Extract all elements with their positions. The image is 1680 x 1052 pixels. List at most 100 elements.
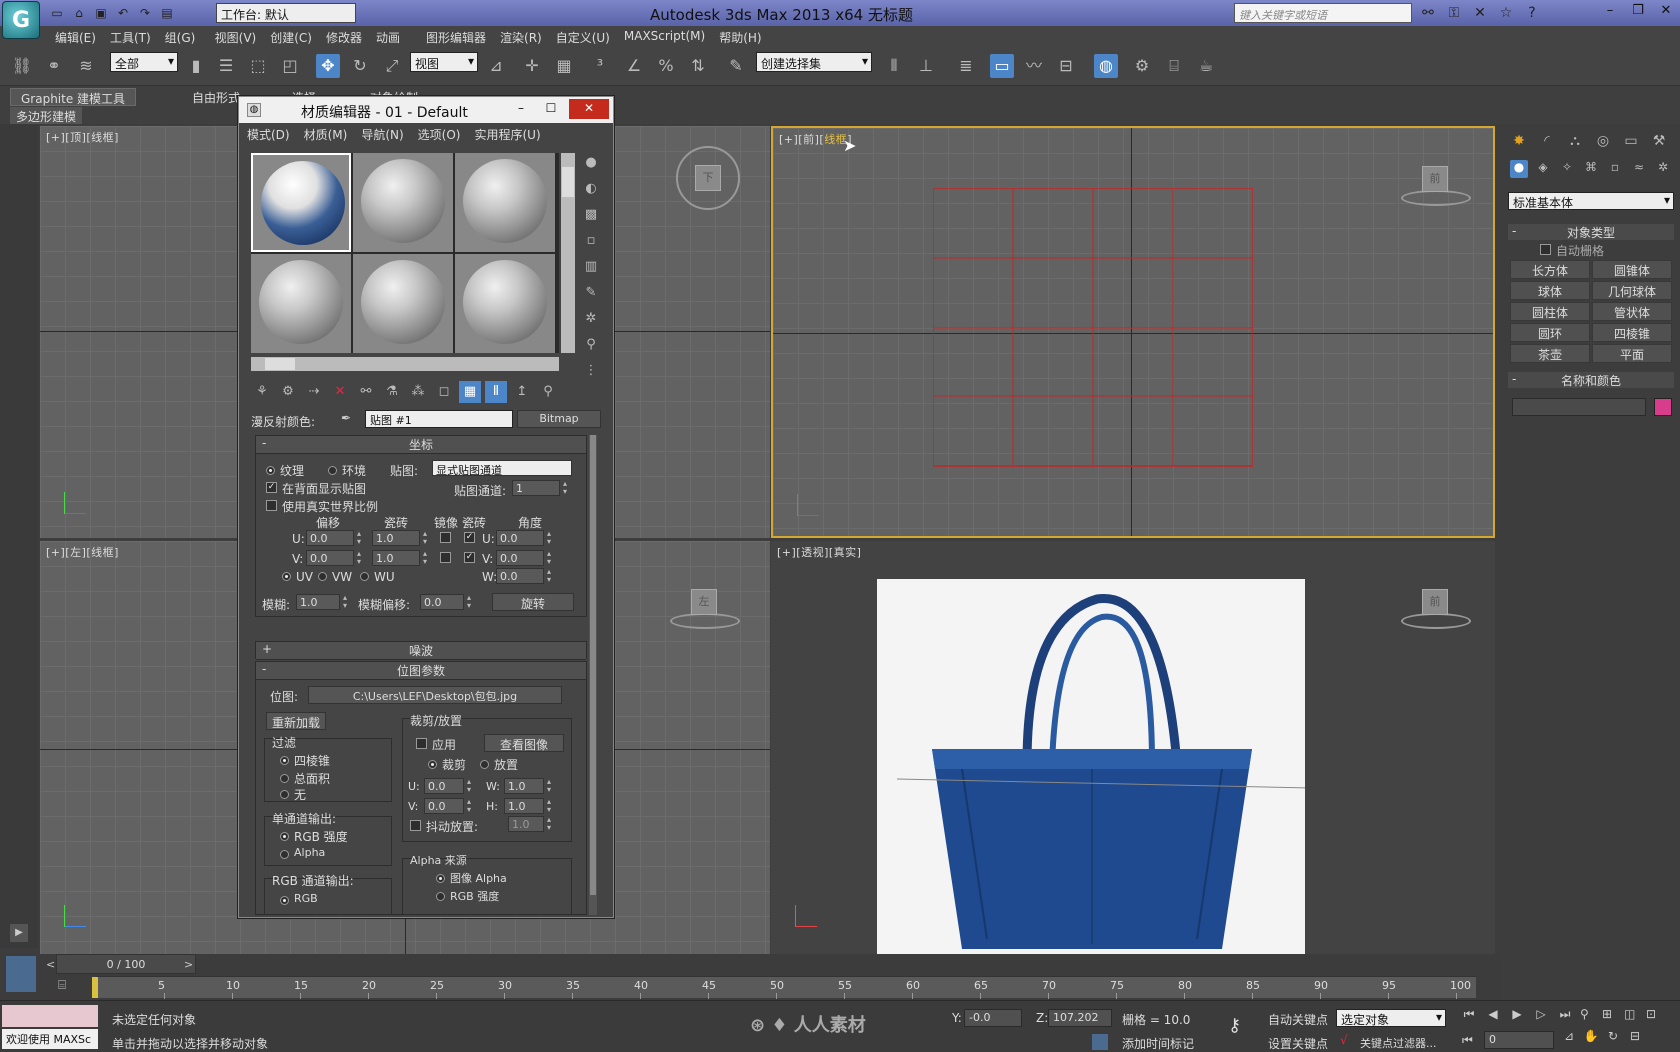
u-offset-field[interactable]: 0.0 [306,530,354,546]
subscription-icon[interactable]: ⚿ [1444,3,1464,23]
texture-radio[interactable] [266,466,275,475]
u-angle-field[interactable]: 0.0 [496,530,544,546]
material-editor-icon[interactable]: ◍ [1094,54,1118,78]
timeline-track[interactable]: 5 10 15 20 25 30 35 40 45 50 55 60 65 70 75 80 85 90 95 100 [92,976,1476,999]
blur-field[interactable]: 1.0 [296,594,340,610]
graphite-toggle-icon[interactable]: ▭ [990,54,1014,78]
select-scale-icon[interactable]: ⤢ [380,54,404,78]
redo-icon[interactable]: ↷ [136,4,154,22]
create-plane-button[interactable]: 平面 [1592,344,1672,363]
go-to-parent-icon[interactable]: ↥ [511,381,533,403]
keyboard-shortcut-override-icon[interactable]: ▦ [552,54,576,78]
window-crossing-icon[interactable]: ◰ [278,54,302,78]
rgb-intensity-radio[interactable] [280,832,289,841]
save-icon[interactable]: ▣ [92,4,110,22]
textured-plane[interactable] [877,579,1358,954]
sample-type-icon[interactable]: ● [581,153,601,173]
render-production-icon[interactable]: ☕ [1194,54,1218,78]
slots-horizontal-scrollbar[interactable] [251,357,559,371]
curve-editor-icon[interactable]: 〰 [1022,54,1046,78]
percent-snap-icon[interactable]: % [654,54,678,78]
reference-coordinate-dropdown[interactable]: 视图 [410,52,478,72]
set-key-button[interactable]: 设置关键点 [1268,1035,1328,1052]
sample-slot[interactable] [251,254,351,353]
time-tag-icon[interactable] [1092,1034,1108,1050]
create-pyramid-button[interactable]: 四棱锥 [1592,323,1672,342]
spinner-icon[interactable]: ▴ ▾ [354,550,364,566]
create-teapot-button[interactable]: 茶壶 [1510,344,1590,363]
space-warps-icon[interactable]: ≈ [1630,160,1648,178]
motion-tab-icon[interactable]: ◎ [1592,130,1614,152]
select-rotate-icon[interactable]: ↻ [348,54,372,78]
spinner-icon[interactable]: ▴ ▾ [544,568,554,584]
get-material-icon[interactable]: ⚘ [251,381,273,403]
make-unique-icon[interactable]: ⚯ [355,381,377,403]
field-of-view-icon[interactable]: ⊿ [1560,1029,1578,1047]
mat-menu-material[interactable]: 材质(M) [304,126,348,142]
undo-icon[interactable]: ↶ [114,4,132,22]
options-icon[interactable]: ✲ [581,309,601,329]
u-tiling-field[interactable]: 1.0 [372,530,420,546]
create-tube-button[interactable]: 管状体 [1592,302,1672,321]
bitmap-parameters-header[interactable]: - 位图参数 [256,662,586,680]
viewcube[interactable]: 前 [1422,589,1448,615]
ribbon-polygon-modeling[interactable]: 多边形建模 [10,107,83,124]
put-to-scene-icon[interactable]: ⚙ [277,381,299,403]
maxscript-mini-listener[interactable]: 欢迎使用 MAXSc [2,1029,98,1049]
open-file-icon[interactable]: ⌂ [70,4,88,22]
lights-icon[interactable]: ✧ [1558,160,1576,178]
viewport-label[interactable]: [+][顶][线框] [46,129,119,145]
object-category-dropdown[interactable]: 标准基本体 [1508,192,1674,210]
sample-slot-selected[interactable] [251,153,351,252]
crop-v-field[interactable]: 0.0 [424,798,464,814]
crop-u-field[interactable]: 0.0 [424,778,464,794]
render-setup-icon[interactable]: ⚙ [1130,54,1154,78]
crop-h-field[interactable]: 1.0 [504,798,544,814]
viewport-layout-icon[interactable] [6,956,36,992]
helpers-icon[interactable]: ▫ [1606,160,1624,178]
spinner-icon[interactable]: ▴ ▾ [340,594,350,610]
viewport-label[interactable]: [+][透视][真实] [777,544,861,560]
spinner-icon[interactable]: ▴ ▾ [420,530,430,546]
maximize-viewport-icon[interactable]: ⊟ [1626,1029,1644,1047]
menu-rendering[interactable]: 渲染(R) [500,29,556,46]
filter-pyramidal-radio[interactable] [280,756,289,765]
bind-space-warp-icon[interactable]: ≋ [74,54,98,78]
plane-object-wireframe[interactable] [933,188,1253,468]
v-tile-checkbox[interactable]: ✓ [464,552,475,563]
material-map-navigator-icon[interactable]: ⋮ [581,361,601,381]
v-mirror-checkbox[interactable] [440,552,451,563]
minimize-icon[interactable]: – [509,99,533,119]
apply-crop-checkbox[interactable] [416,738,427,749]
wu-radio[interactable] [360,572,369,581]
orbit-icon[interactable]: ↻ [1604,1029,1622,1047]
sample-slot[interactable] [455,254,555,353]
binoculars-icon[interactable]: ⚯ [1418,3,1438,23]
alpha-radio[interactable] [280,850,289,859]
u-mirror-checkbox[interactable] [440,532,451,543]
zoom-all-icon[interactable]: ⊞ [1602,1007,1620,1021]
shapes-icon[interactable]: ◈ [1534,160,1552,178]
go-to-end-icon[interactable]: ⏭ [1556,1007,1574,1025]
v-offset-field[interactable]: 0.0 [306,550,354,566]
noise-rollout-header[interactable]: + 噪波 [256,642,586,660]
key-mode-dropdown[interactable]: 选定对象 [1336,1009,1446,1027]
filter-none-radio[interactable] [280,790,289,799]
spinner-icon[interactable]: ▴ ▾ [544,530,554,546]
mat-menu-modes[interactable]: 模式(D) [247,126,290,142]
previous-frame-icon[interactable]: ◀ [1484,1007,1502,1025]
align-icon[interactable]: ⊥ [914,54,938,78]
spinner-icon[interactable]: ▴ ▾ [544,778,554,794]
viewcube[interactable]: 下 [695,165,721,191]
ribbon-tab-graphite[interactable]: Graphite 建模工具 [10,88,137,106]
add-time-tag-text[interactable]: 添加时间标记 [1122,1035,1194,1052]
backlight-icon[interactable]: ◐ [581,179,601,199]
spinner-icon[interactable]: ▴ ▾ [544,550,554,566]
spinner-icon[interactable]: ▴ ▾ [354,530,364,546]
go-to-start-icon[interactable]: ⏮ [1460,1007,1478,1025]
menu-customize[interactable]: 自定义(U) [556,29,624,46]
mat-menu-utilities[interactable]: 实用程序(U) [474,126,540,142]
zoom-extents-all-icon[interactable]: ⊡ [1646,1007,1664,1021]
maxscript-listener-pink[interactable] [2,1005,98,1027]
vw-radio[interactable] [318,572,327,581]
